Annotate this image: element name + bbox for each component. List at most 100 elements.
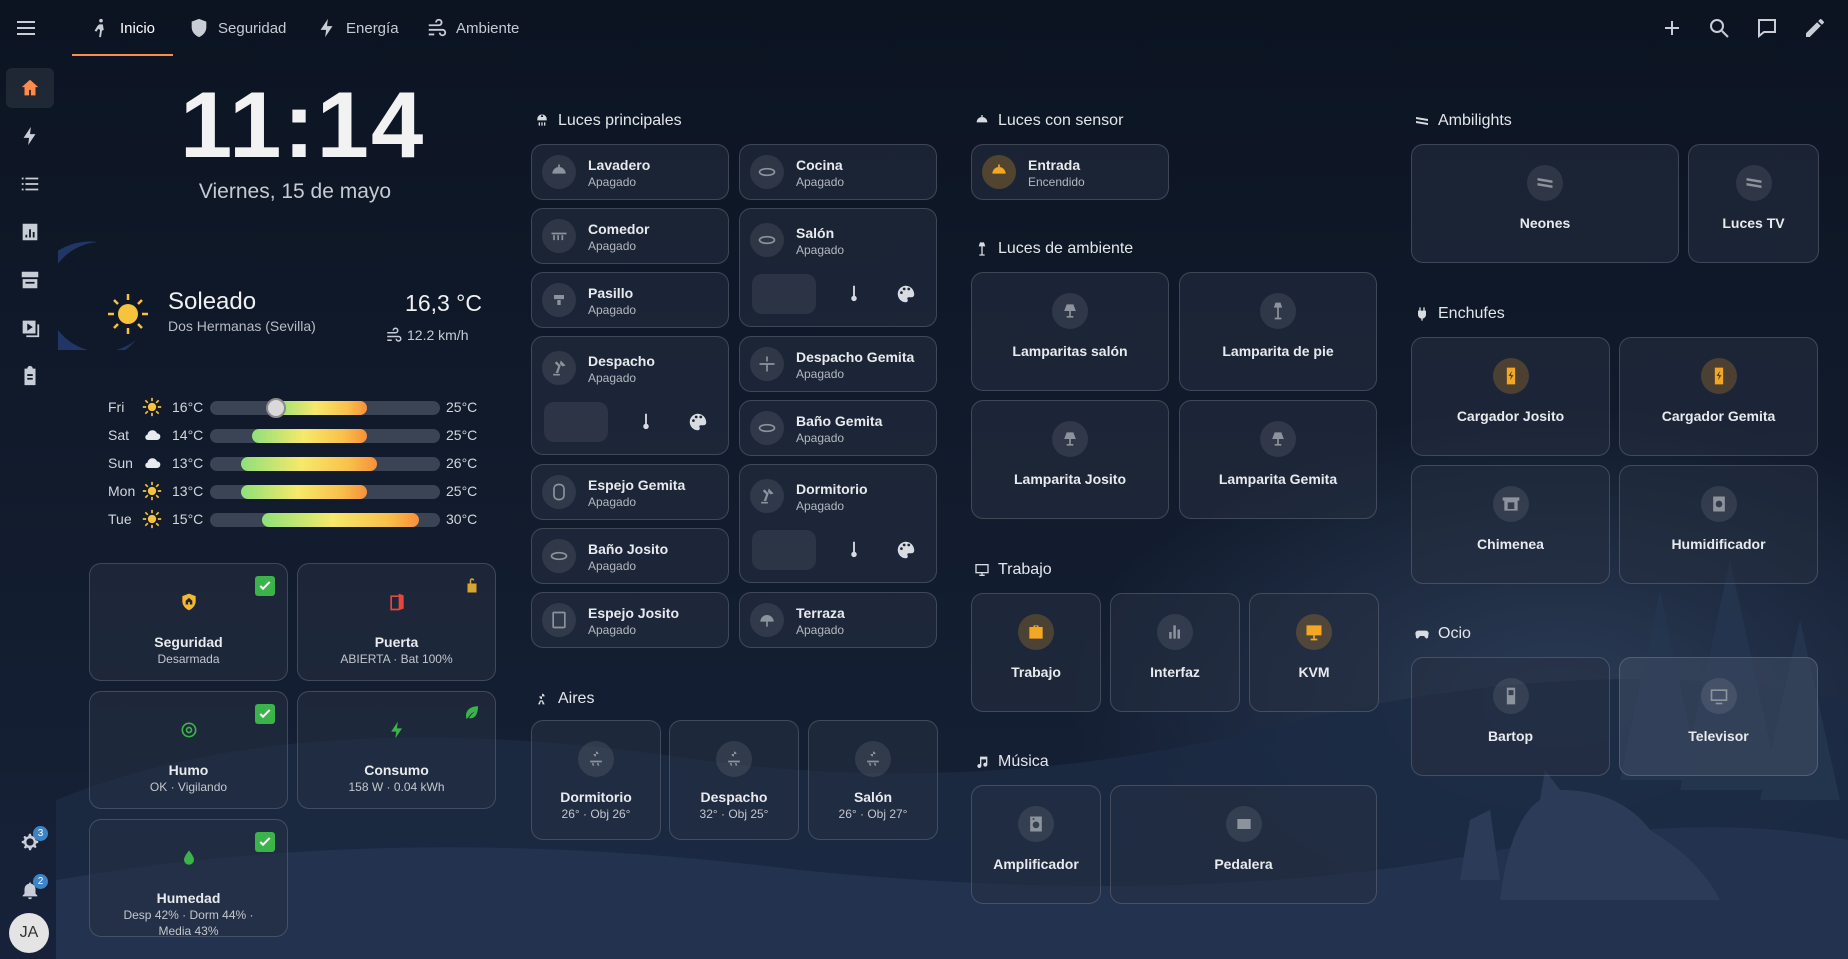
light-despacho-gemita[interactable]: Despacho Gemita Apagado [739, 336, 937, 392]
light-salon[interactable]: Salón Apagado [739, 208, 937, 327]
ocio-televisor[interactable]: Televisor [1619, 657, 1818, 776]
light-despacho[interactable]: Despacho Apagado [531, 336, 729, 455]
ambient-light-2[interactable]: Lamparita Josito [971, 400, 1169, 519]
forecast-high: 25°C [446, 427, 478, 443]
light-terraza[interactable]: Terraza Apagado [739, 592, 937, 648]
enchufe-0[interactable]: Cargador Josito [1411, 337, 1610, 456]
enchufe-3[interactable]: Humidificador [1619, 465, 1818, 584]
speaker-icon [1026, 814, 1046, 834]
sidebar-item-history[interactable] [6, 212, 54, 252]
humo-card[interactable]: Humo OK · Vigilando [89, 691, 288, 809]
sidebar-item-hacs[interactable] [6, 260, 54, 300]
brightness-slider[interactable] [752, 274, 816, 314]
forecast-row: Mon 13°C 25°C [108, 481, 488, 501]
ambilight-neones[interactable]: Neones [1411, 144, 1679, 263]
card-title: Consumo [364, 762, 429, 778]
light-pasillo[interactable]: Pasillo Apagado [531, 272, 729, 328]
card-state: OK · Vigilando [149, 780, 228, 794]
floor-lamp-icon [974, 241, 990, 257]
light-dormitorio[interactable]: Dormitorio Apagado [739, 464, 937, 583]
add-icon[interactable] [1660, 16, 1684, 40]
consumo-card[interactable]: Consumo 158 W · 0.04 kWh [297, 691, 496, 809]
ac-1[interactable]: Despacho 32° · Obj 25° [669, 720, 799, 840]
musica-pedalera[interactable]: Pedalera [1110, 785, 1377, 904]
brightness-slider[interactable] [544, 402, 608, 442]
tv-icon [1709, 686, 1729, 706]
tile-name: Lamparita de pie [1222, 343, 1334, 359]
light-lavadero[interactable]: Lavadero Apagado [531, 144, 729, 200]
tab-ambiente[interactable]: Ambiente [422, 0, 523, 56]
humedad-card[interactable]: Humedad Desp 42% · Dorm 44% · Media 43% [89, 819, 288, 938]
light-cocina[interactable]: Cocina Apagado [739, 144, 937, 200]
tile-state: Apagado [796, 243, 845, 257]
tile-state: Apagado [588, 559, 637, 573]
sidebar-item-energy[interactable] [6, 116, 54, 156]
tile-name: Despacho Gemita [796, 349, 915, 365]
wind-icon [426, 17, 448, 39]
thermometer-icon[interactable] [635, 411, 657, 433]
ocio-bartop[interactable]: Bartop [1411, 657, 1610, 776]
ambient-light-1[interactable]: Lamparita de pie [1179, 272, 1377, 391]
light-bano-josito[interactable]: Baño Josito Apagado [531, 528, 729, 584]
tab-seguridad[interactable]: Seguridad [184, 0, 290, 56]
tile-name: Comedor [588, 221, 650, 237]
forecast-day: Fri [108, 399, 125, 415]
sidebar-item-media[interactable] [6, 308, 54, 348]
thermometer-icon[interactable] [843, 539, 865, 561]
light-espejo-gemita[interactable]: Espejo Gemita Apagado [531, 464, 729, 520]
hamburger-menu-icon[interactable] [14, 16, 38, 40]
light-comedor[interactable]: Comedor Apagado [531, 208, 729, 264]
light-espejo-josito[interactable]: Espejo Josito Apagado [531, 592, 729, 648]
trabajo-item-1[interactable]: Interfaz [1110, 593, 1240, 712]
chandelier-icon [549, 226, 569, 246]
avatar[interactable]: JA [9, 913, 49, 953]
seguridad-card[interactable]: Seguridad Desarmada [89, 563, 288, 681]
oval-light-icon [549, 546, 569, 566]
tile-name: Pedalera [1214, 856, 1273, 872]
sidebar-item-todo[interactable] [6, 356, 54, 396]
puerta-card[interactable]: Puerta ABIERTA · Bat 100% [297, 563, 496, 681]
forecast-day: Tue [108, 511, 132, 527]
sidebar-item-home[interactable] [6, 68, 54, 108]
tile-name: Neones [1519, 215, 1571, 231]
thermometer-icon[interactable] [843, 283, 865, 305]
music-note-icon [974, 754, 990, 770]
palette-icon[interactable] [895, 283, 917, 305]
edit-pencil-icon[interactable] [1803, 16, 1827, 40]
enchufe-1[interactable]: Cargador Gemita [1619, 337, 1818, 456]
media-icon [19, 317, 41, 339]
tile-state: Apagado [588, 371, 637, 385]
tab-energia[interactable]: Energía [312, 0, 403, 56]
forecast-low: 16°C [172, 399, 204, 415]
palette-icon[interactable] [895, 539, 917, 561]
sidebar-item-notifications[interactable]: 2 [6, 870, 54, 910]
led-strip-icon [1414, 113, 1430, 129]
ambilight-luces-tv[interactable]: Luces TV [1688, 144, 1819, 263]
sidebar-item-settings[interactable]: 3 [6, 822, 54, 862]
forecast-range-fill [241, 457, 378, 471]
ac-0[interactable]: Dormitorio 26° · Obj 26° [531, 720, 661, 840]
clock-date: Viernes, 15 de mayo [198, 180, 392, 203]
brightness-slider[interactable] [752, 530, 816, 570]
forecast-range-bar [210, 485, 440, 499]
enchufe-2[interactable]: Chimenea [1411, 465, 1610, 584]
assist-chat-icon[interactable] [1755, 16, 1779, 40]
light-entrada[interactable]: Entrada Encendido [971, 144, 1169, 200]
power-flash-icon [387, 720, 407, 740]
trabajo-item-0[interactable]: Trabajo [971, 593, 1101, 712]
oval-light-icon [757, 230, 777, 250]
forecast-row: Sun 13°C 26°C [108, 453, 488, 473]
search-icon[interactable] [1707, 16, 1731, 40]
sidebar-item-logbook[interactable] [6, 164, 54, 204]
trabajo-item-2[interactable]: KVM [1249, 593, 1379, 712]
light-bano-gemita[interactable]: Baño Gemita Apagado [739, 400, 937, 456]
forecast-row: Tue 15°C 30°C [108, 509, 488, 529]
ambient-light-3[interactable]: Lamparita Gemita [1179, 400, 1377, 519]
section-trabajo: Trabajo [974, 561, 1052, 579]
ac-2[interactable]: Salón 26° · Obj 27° [808, 720, 938, 840]
led-strip-icon [1744, 173, 1764, 193]
musica-amplificador[interactable]: Amplificador [971, 785, 1101, 904]
palette-icon[interactable] [687, 411, 709, 433]
tab-inicio[interactable]: Inicio [71, 0, 174, 56]
ambient-light-0[interactable]: Lamparitas salón [971, 272, 1169, 391]
